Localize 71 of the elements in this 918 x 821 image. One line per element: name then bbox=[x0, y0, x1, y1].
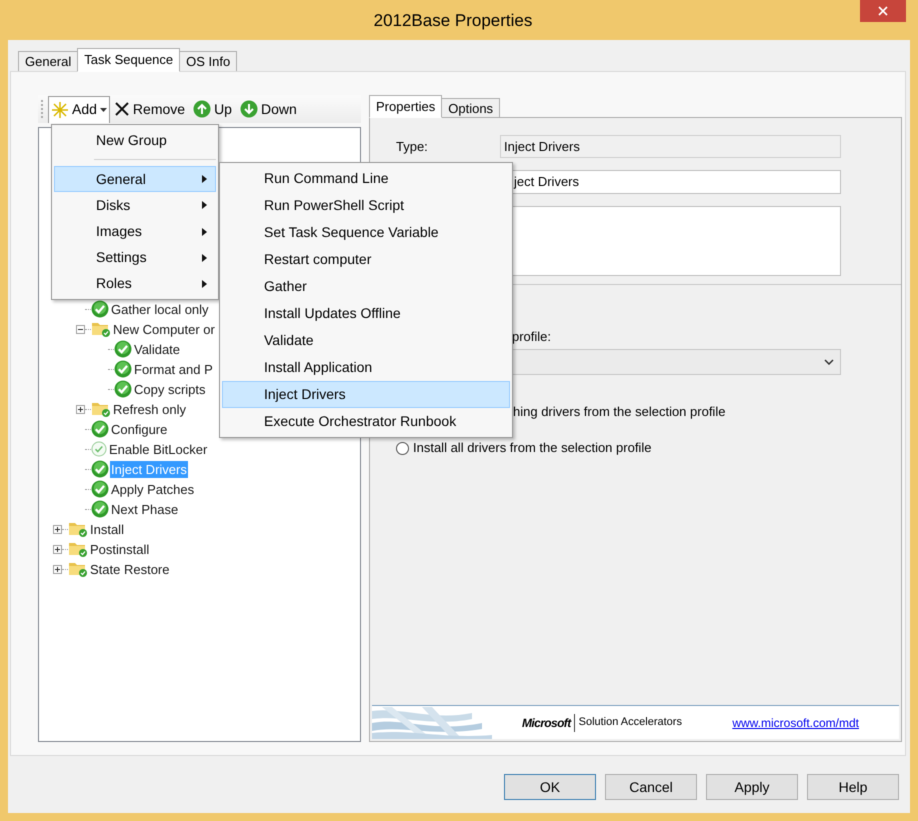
tree-item[interactable]: New Computer or bbox=[112, 320, 216, 338]
menu-item[interactable]: New Group bbox=[54, 127, 216, 154]
dialog-button[interactable]: Help bbox=[807, 774, 899, 800]
submenu-arrow-icon bbox=[202, 254, 207, 262]
folder-check-icon bbox=[68, 560, 88, 578]
tree-item[interactable]: State Restore bbox=[89, 560, 170, 578]
folder-check-icon bbox=[91, 400, 111, 418]
tab[interactable]: OS Info bbox=[179, 51, 238, 72]
menu-item[interactable]: Restart computer bbox=[222, 246, 510, 273]
dialog-button[interactable]: Apply bbox=[706, 774, 798, 800]
menu-item[interactable]: Settings bbox=[54, 244, 216, 271]
expand-icon[interactable] bbox=[53, 544, 62, 554]
menu-item[interactable]: Install Updates Offline bbox=[222, 300, 510, 327]
radio-button[interactable] bbox=[396, 442, 409, 454]
dialog-button[interactable]: Cancel bbox=[605, 774, 697, 800]
folder-check-icon bbox=[68, 520, 88, 538]
tree-item[interactable]: Postinstall bbox=[89, 540, 150, 558]
tree-item[interactable]: Install bbox=[89, 520, 125, 538]
submenu-arrow-icon bbox=[202, 280, 207, 288]
menu-item[interactable]: Gather bbox=[222, 273, 510, 300]
x-icon bbox=[114, 101, 130, 117]
menu-item[interactable]: Set Task Sequence Variable bbox=[222, 219, 510, 246]
tree-item[interactable]: Validate bbox=[133, 340, 182, 358]
add-button[interactable]: Add bbox=[48, 96, 110, 122]
menu-item[interactable]: Execute Orchestrator Runbook bbox=[222, 408, 510, 435]
type-label: Type: bbox=[396, 138, 429, 156]
tree-item[interactable]: Apply Patches bbox=[110, 480, 196, 498]
tab[interactable]: Task Sequence bbox=[77, 48, 180, 72]
menu-item[interactable]: Inject Drivers bbox=[222, 381, 510, 408]
expand-icon[interactable] bbox=[76, 404, 85, 414]
menu-item[interactable]: General bbox=[54, 166, 216, 192]
folder-check-icon bbox=[91, 320, 111, 338]
submenu-arrow-icon bbox=[202, 228, 207, 236]
tree-item[interactable]: Next Phase bbox=[110, 500, 180, 518]
window-title: 2012Base Properties bbox=[372, 10, 534, 32]
grip-icon bbox=[41, 99, 44, 119]
collapse-icon[interactable] bbox=[76, 324, 85, 334]
close-icon bbox=[878, 6, 888, 16]
close-button[interactable] bbox=[860, 0, 906, 22]
caret-icon bbox=[100, 108, 107, 112]
submenu-arrow-icon bbox=[202, 175, 207, 184]
expand-icon[interactable] bbox=[53, 524, 62, 534]
product-name: Solution Accelerators bbox=[578, 715, 682, 730]
menu-item[interactable]: Install Application bbox=[222, 354, 510, 381]
radio-label: Install all drivers from the selection profile bbox=[413, 439, 652, 458]
menu-item[interactable]: Validate bbox=[222, 327, 510, 354]
menu-item[interactable]: Disks bbox=[54, 192, 216, 219]
up-button[interactable]: Up bbox=[193, 98, 232, 120]
type-field: Inject Drivers bbox=[500, 135, 841, 158]
down-button[interactable]: Down bbox=[240, 98, 297, 120]
menu-item[interactable]: Roles bbox=[54, 270, 216, 298]
website-link[interactable]: www.microsoft.com/mdt bbox=[732, 714, 859, 732]
tab[interactable]: General bbox=[18, 51, 78, 72]
tree-item[interactable]: Copy scripts bbox=[133, 380, 207, 398]
tab[interactable]: Properties bbox=[369, 95, 442, 118]
tab[interactable]: Options bbox=[441, 98, 500, 118]
menu-item[interactable]: Images bbox=[54, 218, 216, 245]
expand-icon[interactable] bbox=[53, 564, 62, 574]
folder-check-icon bbox=[68, 540, 88, 558]
brand-logo: Microsoft bbox=[522, 714, 575, 732]
tree-item[interactable]: Refresh only bbox=[112, 400, 187, 418]
remove-button[interactable]: Remove bbox=[114, 98, 186, 120]
sparkle-icon bbox=[51, 100, 69, 118]
chevron-down-icon bbox=[824, 359, 834, 365]
menu-item[interactable]: Run PowerShell Script bbox=[222, 192, 510, 219]
tree-item[interactable]: Configure bbox=[110, 420, 168, 438]
profile-label: profile: bbox=[511, 329, 552, 345]
tree-item[interactable]: Gather local only bbox=[110, 300, 210, 318]
submenu-arrow-icon bbox=[202, 201, 207, 210]
dialog-button[interactable]: OK bbox=[504, 774, 596, 800]
tree-item[interactable]: Format and P bbox=[133, 360, 214, 378]
